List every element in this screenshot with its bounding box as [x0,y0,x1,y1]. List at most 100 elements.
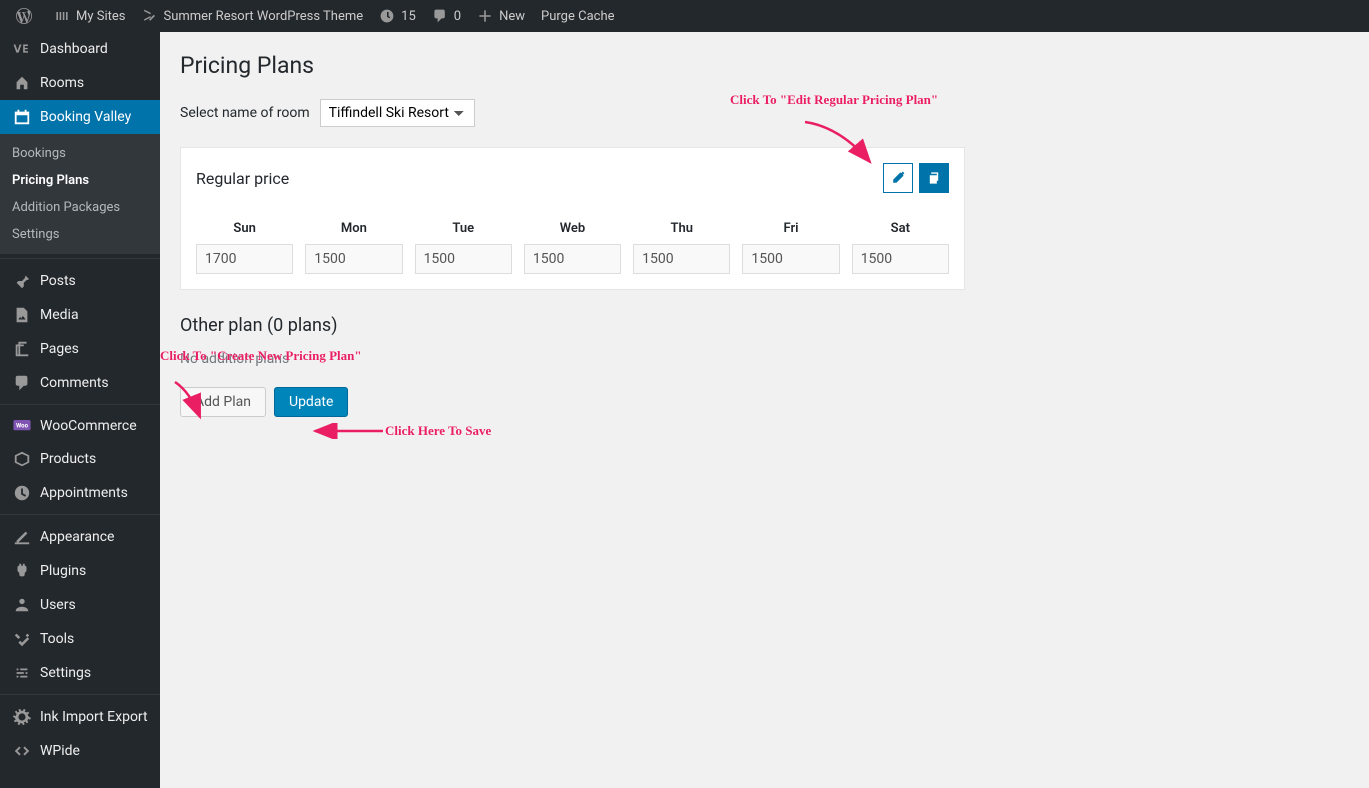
menu-appointments[interactable]: Appointments [0,476,160,510]
day-header-sat: Sat [852,213,949,244]
room-select-label: Select name of room [180,105,310,121]
price-input-mon[interactable] [305,244,402,274]
update-icon [379,8,395,24]
dashboard-icon [12,40,32,58]
day-header-fri: Fri [742,213,839,244]
new-content[interactable]: New [469,0,533,32]
purge-label: Purge Cache [541,9,614,24]
menu-label: Pages [40,341,79,357]
updates-count: 15 [401,9,416,24]
wp-logo[interactable] [8,0,46,32]
menu-products[interactable]: Products [0,442,160,476]
page-title: Pricing Plans [180,52,1349,79]
price-input-web[interactable] [524,244,621,274]
menu-label: Booking Valley [40,109,131,125]
user-icon [12,596,32,614]
admin-sidebar: Dashboard Rooms Booking Valley Bookings … [0,32,160,788]
menu-tools[interactable]: Tools [0,622,160,656]
menu-pages[interactable]: Pages [0,332,160,366]
price-input-sat[interactable] [852,244,949,274]
menu-label: Media [40,307,79,323]
updates[interactable]: 15 [371,0,424,32]
update-button[interactable]: Update [274,387,348,417]
site-icon [141,8,157,24]
room-select[interactable]: Tiffindell Ski Resort [320,99,475,127]
gear-icon [12,708,32,726]
menu-ink-import-export[interactable]: Ink Import Export [0,700,160,734]
menu-label: Appearance [40,529,114,545]
menu-dashboard[interactable]: Dashboard [0,32,160,66]
site-name[interactable]: Summer Resort WordPress Theme [133,0,371,32]
menu-label: Comments [40,375,109,391]
menu-plugins[interactable]: Plugins [0,554,160,588]
submenu-addition-packages[interactable]: Addition Packages [0,194,160,221]
menu-rooms[interactable]: Rooms [0,66,160,100]
menu-label: Rooms [40,75,84,91]
arrow-save [310,423,385,439]
site-name-label: Summer Resort WordPress Theme [163,9,363,24]
menu-posts[interactable]: Posts [0,264,160,298]
menu-media[interactable]: Media [0,298,160,332]
copy-icon [927,171,941,185]
my-sites[interactable]: My Sites [46,0,133,32]
price-input-fri[interactable] [742,244,839,274]
page-icon [12,340,32,358]
menu-users[interactable]: Users [0,588,160,622]
main-content: Pricing Plans Select name of room Tiffin… [160,32,1369,788]
annotation-save: Click Here To Save [385,423,491,439]
menu-woocommerce[interactable]: Woo WooCommerce [0,410,160,442]
menu-settings[interactable]: Settings [0,656,160,690]
price-input-sun[interactable] [196,244,293,274]
copy-regular-price-button[interactable] [919,163,949,193]
menu-label: WooCommerce [40,418,137,434]
menu-wpide[interactable]: WPide [0,734,160,768]
other-plan-title: Other plan (0 plans) [180,315,1349,336]
brush-icon [12,528,32,546]
home-icon [12,74,32,92]
annotation-create-new: Click To "Create New Pricing Plan" [160,348,362,364]
submenu-pricing-plans[interactable]: Pricing Plans [0,167,160,194]
arrow-edit-regular [800,117,900,177]
menu-label: Appointments [40,485,128,501]
purge-cache[interactable]: Purge Cache [533,0,622,32]
menu-label: Plugins [40,563,86,579]
menu-label: WPide [40,743,80,759]
new-label: New [499,9,525,24]
menu-booking-valley[interactable]: Booking Valley [0,100,160,134]
submenu-settings[interactable]: Settings [0,221,160,248]
comments-count: 0 [454,9,461,24]
arrow-create-new [170,377,220,427]
menu-label: Products [40,451,96,467]
menu-comments[interactable]: Comments [0,366,160,400]
submenu-bookings[interactable]: Bookings [0,140,160,167]
comment-icon [432,8,448,24]
code-icon [12,742,32,760]
svg-text:Woo: Woo [16,423,29,430]
comment-icon [12,374,32,392]
comments[interactable]: 0 [424,0,469,32]
media-icon [12,306,32,324]
menu-label: Dashboard [40,41,108,57]
price-input-thu[interactable] [633,244,730,274]
price-table: Sun Mon Tue Web Thu Fri Sat [196,213,949,274]
product-icon [12,450,32,468]
calendar-icon [12,108,32,126]
day-header-tue: Tue [415,213,512,244]
day-header-web: Web [524,213,621,244]
menu-appearance[interactable]: Appearance [0,520,160,554]
submenu-booking-valley: Bookings Pricing Plans Addition Packages… [0,134,160,254]
menu-label: Ink Import Export [40,709,148,725]
home-icon [54,8,70,24]
plugin-icon [12,562,32,580]
day-header-sun: Sun [196,213,293,244]
pin-icon [12,272,32,290]
menu-separator [0,690,160,695]
menu-separator [0,400,160,405]
menu-label: Users [40,597,76,613]
woo-icon: Woo [12,420,32,432]
price-input-tue[interactable] [415,244,512,274]
plus-icon [477,8,493,24]
regular-price-title: Regular price [196,169,289,188]
annotation-edit-regular: Click To "Edit Regular Pricing Plan" [730,92,938,108]
admin-bar: My Sites Summer Resort WordPress Theme 1… [0,0,1369,32]
